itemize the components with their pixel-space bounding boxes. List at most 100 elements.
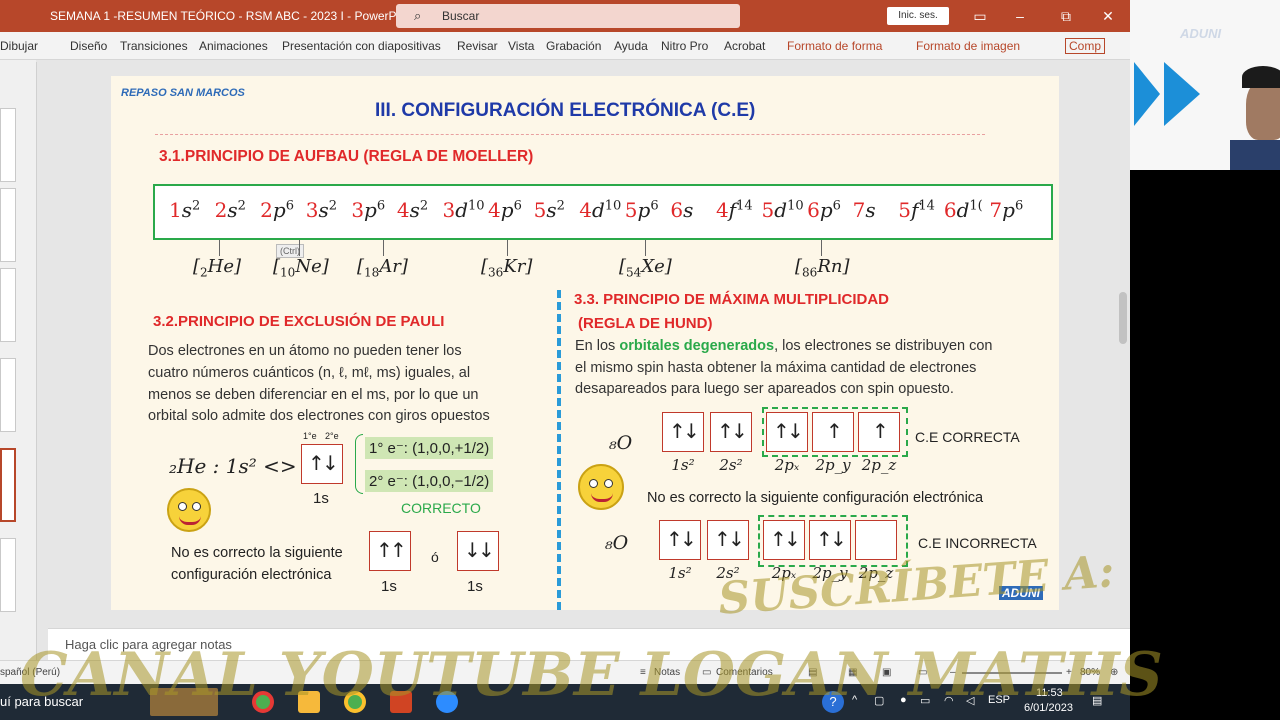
spin-label-2: 2°e bbox=[325, 431, 339, 441]
title-bar: SEMANA 1 -RESUMEN TEÓRICO - RSM ABC - 20… bbox=[0, 0, 1130, 32]
hund-body-line-2: el mismo spin hasta obtener la máxima ca… bbox=[575, 360, 977, 376]
aufbau-term: 3s2 bbox=[306, 198, 337, 222]
aufbau-sublevel: p bbox=[1002, 198, 1015, 222]
black-panel bbox=[1130, 170, 1280, 720]
aufbau-term: 5s2 bbox=[534, 198, 565, 222]
slide-thumbnail-active[interactable] bbox=[0, 448, 16, 522]
restore-icon[interactable]: ⧉ bbox=[1056, 6, 1076, 26]
pauli-incorrect-line-2: configuración electrónica bbox=[171, 567, 332, 583]
quantum-numbers-1: 1° e⁻: (1,0,0,+1/2) bbox=[365, 437, 494, 459]
webcam-brand: ADUNI bbox=[1180, 26, 1222, 41]
scrollbar-thumb[interactable] bbox=[1119, 292, 1127, 344]
noble-gas-core: [10Ne] bbox=[273, 256, 329, 280]
aufbau-term: 7s bbox=[853, 198, 876, 222]
hund-body-line-3: desapareados para luego ser apareados co… bbox=[575, 381, 954, 397]
aufbau-term: 5p6 bbox=[625, 198, 659, 222]
aufbau-sublevel: d bbox=[774, 198, 788, 222]
noble-gas-core: [36Kr] bbox=[481, 256, 532, 280]
slide-scrollbar[interactable] bbox=[1116, 60, 1130, 628]
tab-dibujar[interactable]: Dibujar bbox=[0, 39, 38, 53]
spin-down-arrow: ↓ bbox=[683, 419, 700, 443]
slide-thumbnail[interactable] bbox=[0, 268, 16, 342]
aufbau-sublevel: p bbox=[272, 198, 286, 222]
aufbau-term: 2p6 bbox=[260, 198, 294, 222]
ribbon-display-icon[interactable]: ▭ bbox=[970, 6, 990, 26]
or-word: ó bbox=[431, 549, 439, 565]
tab-revisar[interactable]: Revisar bbox=[457, 39, 498, 53]
tab-transiciones[interactable]: Transiciones bbox=[120, 39, 188, 53]
search-icon: ⌕ bbox=[414, 8, 422, 23]
aufbau-electrons: 2 bbox=[192, 198, 201, 214]
noble-gas-connector bbox=[645, 240, 646, 256]
orbital-box: ↑ ↓ bbox=[659, 520, 701, 560]
orbital-box-incorrect-down: ↓ ↓ bbox=[457, 531, 499, 571]
orbital-label: 1s bbox=[381, 578, 397, 595]
spin-down-arrow: ↓ bbox=[680, 527, 697, 551]
slide-brand: REPASO SAN MARCOS bbox=[121, 87, 245, 99]
pauli-body-line-2: cuatro números cuánticos (n, ℓ, mℓ, ms) … bbox=[148, 365, 471, 381]
p-orbitals-frame bbox=[758, 515, 908, 567]
thumbnail-scrollbar[interactable] bbox=[36, 62, 48, 662]
tab-grabacion[interactable]: Grabación bbox=[546, 39, 601, 53]
search-box[interactable]: ⌕ Buscar bbox=[396, 4, 740, 28]
aufbau-electrons: 14 bbox=[736, 198, 753, 214]
tab-diseno[interactable]: Diseño bbox=[70, 39, 107, 53]
presenter-shirt bbox=[1230, 140, 1280, 170]
tab-ayuda[interactable]: Ayuda bbox=[614, 39, 648, 53]
sign-in-button[interactable]: Inic. ses. bbox=[887, 7, 949, 25]
divider bbox=[155, 134, 985, 136]
slide-thumbnail[interactable] bbox=[0, 538, 16, 612]
oxygen-label: ₈O bbox=[605, 532, 629, 554]
slide-thumbnail[interactable] bbox=[0, 358, 16, 432]
slide-thumbnail[interactable] bbox=[0, 108, 16, 182]
aufbau-sublevel: d bbox=[591, 198, 605, 222]
slide-thumbnail[interactable] bbox=[0, 188, 16, 262]
tab-vista[interactable]: Vista bbox=[508, 39, 534, 53]
tab-presentacion[interactable]: Presentación con diapositivas bbox=[282, 39, 441, 53]
aufbau-term: 4d10 bbox=[579, 198, 621, 222]
tab-formato-forma[interactable]: Formato de forma bbox=[787, 39, 882, 53]
sublevel-label: 2s² bbox=[719, 456, 743, 474]
spin-up-arrow: ↑ bbox=[390, 538, 407, 562]
aufbau-sublevel: s bbox=[318, 198, 329, 222]
bracket: [ bbox=[357, 256, 365, 277]
orbital-box-1s: ↑ ↓ bbox=[301, 444, 343, 484]
element-symbol: Xe bbox=[641, 256, 665, 277]
sublevel-label: 1s² bbox=[668, 564, 692, 582]
close-icon[interactable]: ✕ bbox=[1098, 6, 1118, 26]
aufbau-sublevel: d bbox=[956, 198, 970, 222]
atomic-number: 10 bbox=[280, 265, 296, 280]
p-orbitals-frame bbox=[762, 407, 908, 457]
aufbau-electrons: 2 bbox=[328, 198, 338, 214]
document-title: SEMANA 1 -RESUMEN TEÓRICO - RSM ABC - 20… bbox=[50, 9, 416, 23]
aduni-chevron-icon bbox=[1164, 62, 1200, 126]
atomic-number: 18 bbox=[364, 265, 380, 280]
slide-canvas[interactable]: REPASO SAN MARCOS III. CONFIGURACIÓN ELE… bbox=[111, 76, 1059, 610]
tab-animaciones[interactable]: Animaciones bbox=[199, 39, 268, 53]
atomic-number: 86 bbox=[802, 265, 818, 280]
aufbau-level: 5 bbox=[533, 198, 547, 222]
hund-body-post: , los electrones se distribuyen con bbox=[774, 338, 993, 354]
search-placeholder: Buscar bbox=[442, 9, 480, 23]
aufbau-electrons: 10 bbox=[787, 198, 804, 214]
aufbau-term: 4p6 bbox=[488, 198, 522, 222]
tab-acrobat[interactable]: Acrobat bbox=[724, 39, 765, 53]
aufbau-level: 5 bbox=[624, 198, 638, 222]
aufbau-level: 7 bbox=[852, 198, 866, 222]
noble-gas-connector bbox=[821, 240, 822, 256]
aufbau-level: 4 bbox=[396, 198, 410, 222]
presenter-face bbox=[1246, 80, 1280, 140]
aufbau-electrons: 6 bbox=[376, 198, 386, 214]
bracket: [ bbox=[273, 256, 281, 277]
spin-down-arrow: ↓ bbox=[731, 419, 748, 443]
aufbau-electrons: 2 bbox=[237, 198, 246, 214]
noble-gas-core: [2He] bbox=[193, 256, 241, 280]
minimize-icon[interactable]: – bbox=[1010, 6, 1030, 26]
tab-nitro-pro[interactable]: Nitro Pro bbox=[661, 39, 708, 53]
atomic-number: 54 bbox=[626, 265, 642, 280]
bracket: ] bbox=[842, 256, 850, 277]
share-button[interactable]: Comp bbox=[1065, 38, 1106, 54]
aufbau-electrons: 10 bbox=[604, 198, 622, 214]
correct-label: CORRECTO bbox=[401, 500, 481, 516]
tab-formato-imagen[interactable]: Formato de imagen bbox=[916, 39, 1020, 53]
